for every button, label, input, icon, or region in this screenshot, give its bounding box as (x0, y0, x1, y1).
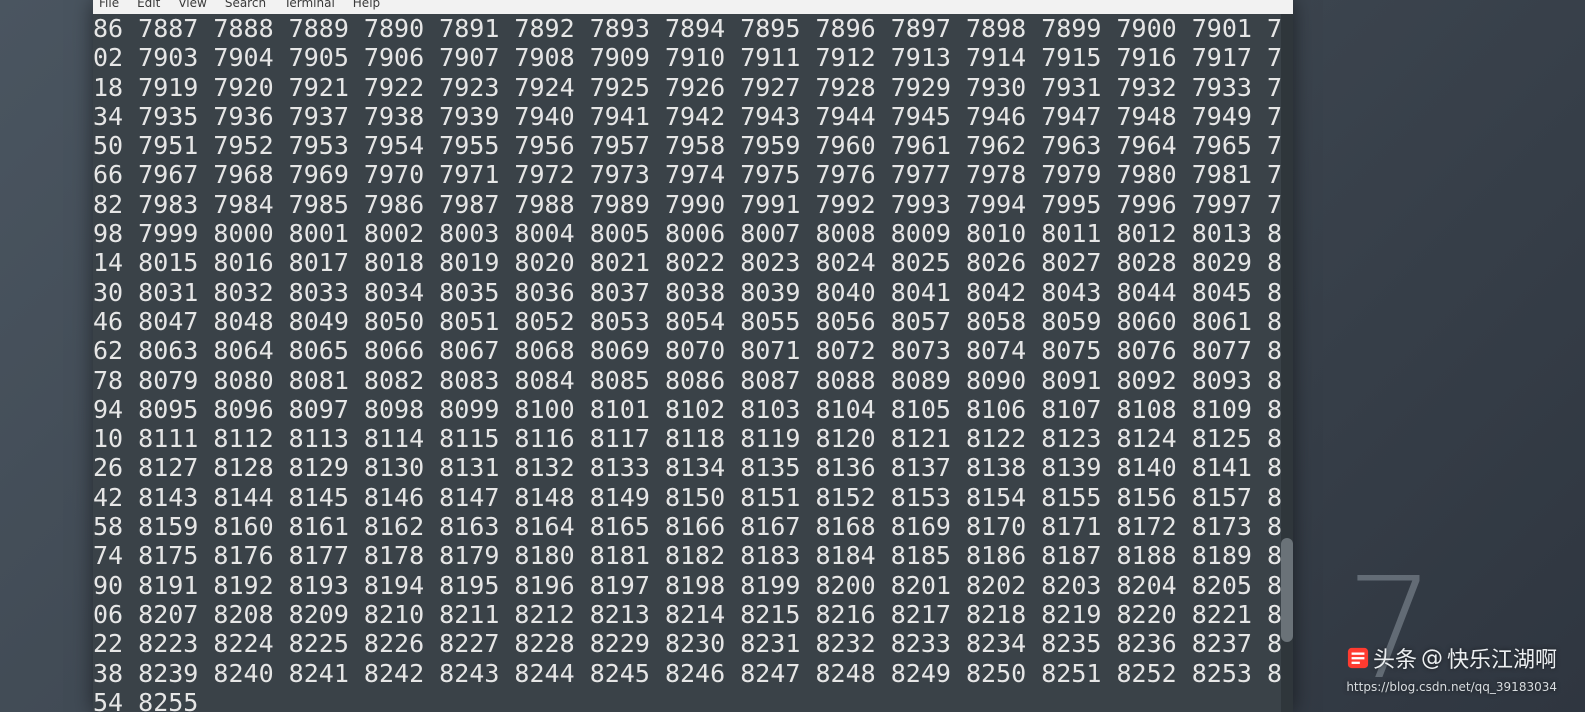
menu-terminal[interactable]: Terminal (284, 0, 335, 12)
watermark-url: https://blog.csdn.net/qq_39183034 (1346, 680, 1557, 694)
menu-file[interactable]: File (99, 0, 119, 12)
watermark-author-name: 快乐江湖啊 (1447, 642, 1557, 674)
scrollbar-thumb[interactable] (1281, 538, 1293, 643)
terminal-window: File Edit View Search Terminal Help 86 7… (93, 0, 1293, 712)
scrollbar-track[interactable] (1281, 14, 1293, 712)
menu-edit[interactable]: Edit (137, 0, 160, 12)
watermark-author-prefix: @ (1421, 646, 1443, 671)
menu-view[interactable]: View (178, 0, 206, 12)
terminal-body[interactable]: 86 7887 7888 7889 7890 7891 7892 7893 78… (93, 14, 1293, 712)
menu-bar: File Edit View Search Terminal Help (93, 0, 1293, 14)
terminal-output: 86 7887 7888 7889 7890 7891 7892 7893 78… (93, 14, 1293, 712)
watermark-author: 头条 @ 快乐江湖啊 (1347, 642, 1557, 674)
menu-search[interactable]: Search (225, 0, 266, 12)
toutiao-icon (1347, 647, 1369, 669)
watermark-tt-label: 头条 (1373, 642, 1417, 674)
desktop-workspace-number: 7 (1346, 560, 1435, 700)
menu-help[interactable]: Help (353, 0, 380, 12)
